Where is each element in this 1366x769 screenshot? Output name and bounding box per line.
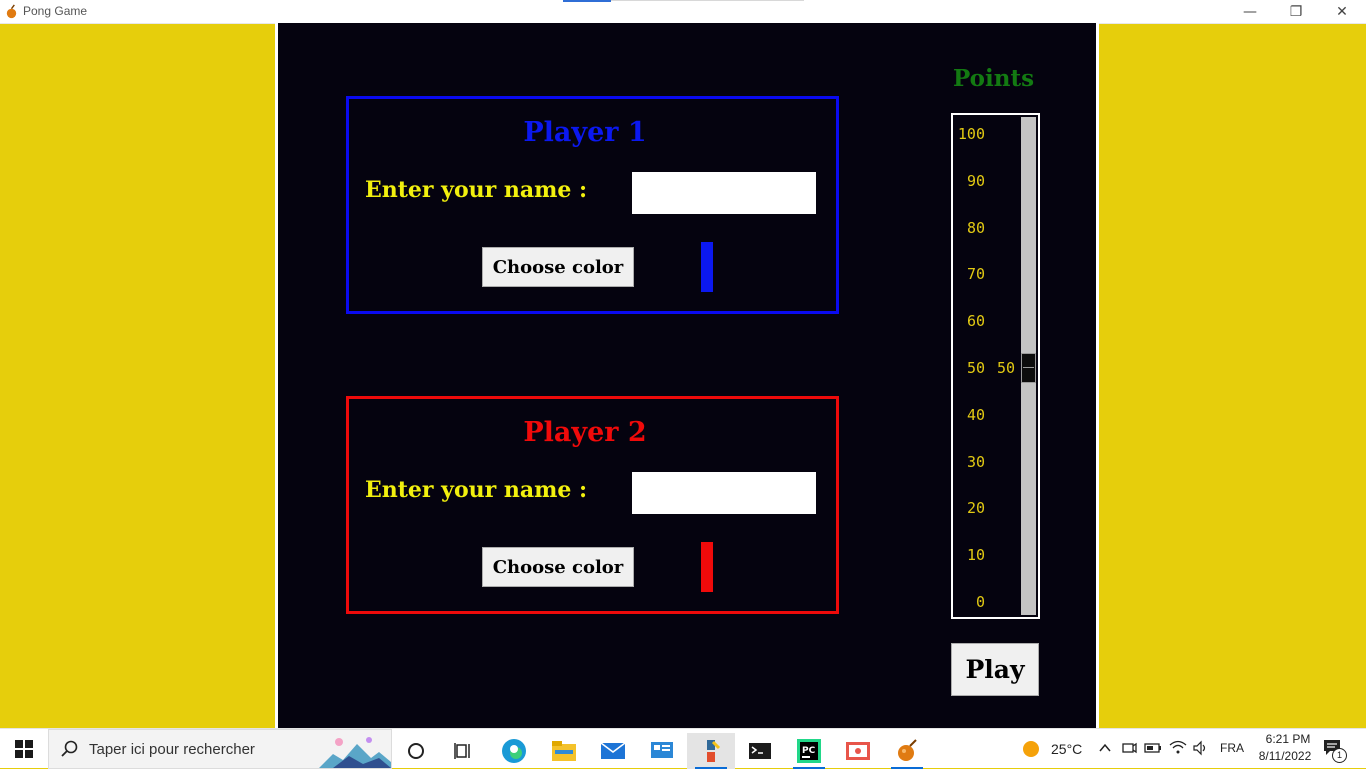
meet-now-icon[interactable] [1121,740,1137,756]
player2-panel: Player 2 Enter your name : Choose color [346,396,839,614]
points-tick-label: 70 [966,265,985,284]
terminal-icon [749,743,771,759]
play-button[interactable]: Play [951,643,1039,696]
pycharm-button[interactable]: PC [785,733,833,769]
player1-panel: Player 1 Enter your name : Choose color [346,96,839,314]
battery-icon[interactable] [1144,741,1162,755]
windows-start-icon [15,740,33,758]
cortana-icon [408,743,424,759]
player2-name-input[interactable] [632,472,816,514]
notifications-button[interactable]: 1 [1322,737,1347,763]
minimize-button[interactable]: — [1227,0,1273,23]
player2-color-swatch [701,542,713,592]
volume-icon[interactable] [1192,740,1210,756]
points-scale: 100 90 80 70 60 50 40 30 20 10 0 50 [951,113,1040,619]
terminal-button[interactable] [736,733,784,769]
screen-recorder-icon [846,742,870,760]
taskbar-search-box[interactable]: Taper ici pour rechercher [48,729,392,769]
task-view-button[interactable] [440,733,488,769]
wifi-icon[interactable] [1169,739,1187,755]
weather-temperature[interactable]: 25°C [1051,741,1082,757]
file-explorer-button[interactable] [540,733,588,769]
close-button[interactable]: ✕ [1319,0,1365,23]
python-idle-icon [707,740,721,762]
player1-color-swatch [701,242,713,292]
window-titlebar: Pong Game — ❐ ✕ [0,0,1366,24]
points-slider-handle[interactable] [1021,353,1036,383]
search-icon [61,740,78,757]
search-highlight-illustration-icon [319,737,391,768]
titlebar-accent [563,0,611,2]
clock-date[interactable]: 8/11/2022 [1253,749,1317,763]
mail-button[interactable] [589,733,637,769]
notification-count-badge: 1 [1332,748,1347,763]
player1-title: Player 1 [523,117,647,148]
edge-icon [502,739,526,763]
pycharm-icon: PC [797,739,821,763]
player2-title: Player 2 [523,417,647,448]
svg-text:PC: PC [802,746,816,756]
points-title: Points [953,65,1035,92]
control-panel-button[interactable] [638,733,686,769]
edge-button[interactable] [490,733,538,769]
player1-name-label: Enter your name : [365,177,588,203]
titlebar-divider [611,0,804,1]
game-setup-panel: Player 1 Enter your name : Choose color … [275,23,1099,728]
search-placeholder: Taper ici pour rechercher [89,741,255,758]
player1-choose-color-button[interactable]: Choose color [482,247,634,287]
task-view-icon [454,743,470,759]
points-tick-label: 30 [966,452,985,471]
points-tick-label: 20 [966,499,985,518]
window-title: Pong Game [23,4,88,18]
minimize-icon: — [1243,3,1257,20]
pong-game-taskbar-button[interactable] [883,733,931,769]
restore-button[interactable]: ❐ [1273,0,1319,23]
input-language[interactable]: FRA [1220,741,1244,755]
player1-name-input[interactable] [632,172,816,214]
pong-game-icon [898,739,917,761]
weather-sun-icon [1023,741,1039,757]
points-tick-label: 40 [966,405,985,424]
taskbar: Taper ici pour rechercher PC 25°C FRA 6:… [0,728,1366,769]
pong-game-app-icon [6,4,17,19]
python-idle-button[interactable] [687,733,735,769]
screen-recorder-button[interactable] [834,733,882,769]
points-tick-label: 90 [966,171,985,190]
restore-icon: ❐ [1289,3,1303,20]
points-tick-label: 10 [966,546,985,565]
cortana-button[interactable] [392,733,440,769]
control-panel-icon [651,742,673,758]
mail-icon [600,742,626,759]
chevron-up-icon[interactable] [1098,742,1112,754]
start-button[interactable] [0,729,48,769]
points-tick-label: 0 [975,593,985,611]
points-slider-value: 50 [997,359,1016,377]
player2-name-label: Enter your name : [365,477,588,503]
points-tick-label: 80 [966,218,985,237]
player2-choose-color-button[interactable]: Choose color [482,547,634,587]
points-tick-label: 50 [966,359,985,377]
points-tick-label: 60 [966,312,985,331]
file-explorer-icon [552,741,576,761]
clock-time[interactable]: 6:21 PM [1260,732,1316,746]
points-tick-label: 100 [957,125,985,143]
close-icon: ✕ [1336,3,1348,20]
